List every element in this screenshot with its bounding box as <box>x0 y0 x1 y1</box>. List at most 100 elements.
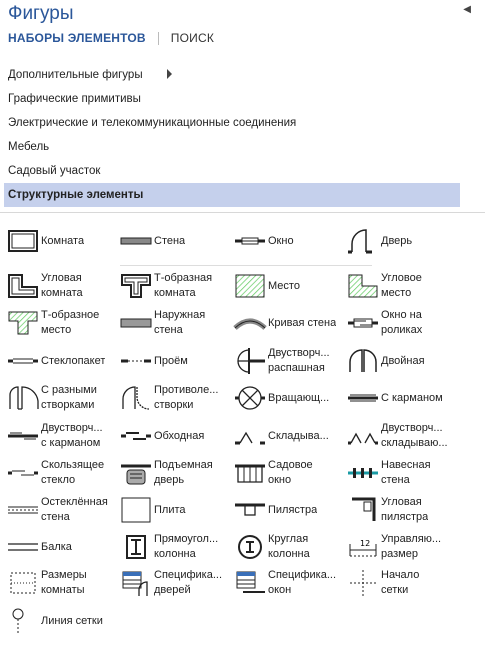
shape-wall[interactable]: Стена <box>119 223 231 259</box>
shape-l-room[interactable]: Угловая комната <box>6 268 118 304</box>
shape-t-space[interactable]: Т-образное место <box>6 305 118 341</box>
stencil-set-furniture[interactable]: Мебель <box>0 135 485 159</box>
shape-label: Садовое окно <box>268 459 313 486</box>
stencil-set-basic-shapes[interactable]: Графические примитивы <box>0 87 485 111</box>
shape-label: Скользящее стекло <box>41 459 105 486</box>
shape-controller-dimension[interactable]: 12 Управляю... размер <box>346 529 458 565</box>
shape-opposing-door[interactable]: Противоле... створки <box>119 380 231 416</box>
l-space-icon <box>346 272 380 300</box>
overhead-door-icon <box>119 459 153 487</box>
shape-window[interactable]: Окно <box>233 223 345 259</box>
shape-bay-window[interactable]: Садовое окно <box>233 455 345 491</box>
shape-label: Проём <box>154 354 188 367</box>
shape-label: Управляю... размер <box>381 533 442 560</box>
shape-bifold-door[interactable]: Складыва... <box>233 418 345 454</box>
double-hung-door-icon <box>233 347 267 375</box>
room-dimension-icon <box>6 569 40 597</box>
shape-t-room[interactable]: Т-образная комната <box>119 268 231 304</box>
wall-icon <box>119 227 153 255</box>
tab-search[interactable]: ПОИСК <box>171 31 214 45</box>
shape-label: Стена <box>154 234 186 247</box>
shapes-pane: Фигуры ◀ НАБОРЫ ЭЛЕМЕНТОВ ПОИСК Дополните… <box>0 0 485 658</box>
double-door-icon <box>346 347 380 375</box>
window-schedule-icon <box>233 569 267 597</box>
shape-pilaster[interactable]: Пилястра <box>233 492 345 528</box>
shape-label: Комната <box>41 234 85 247</box>
window-icon <box>233 227 267 255</box>
shape-double-pocket[interactable]: Двустворч... с карманом <box>6 418 118 454</box>
round-column-icon <box>233 533 267 561</box>
shape-slab[interactable]: Плита <box>119 492 231 528</box>
shape-room-dimension[interactable]: Размеры комнаты <box>6 565 118 601</box>
double-bifold-icon <box>346 422 380 450</box>
pane-title: Фигуры <box>8 3 74 24</box>
shape-l-space[interactable]: Угловое место <box>346 268 458 304</box>
shape-label: Двустворч... распашная <box>268 347 330 374</box>
shape-glazing[interactable]: Стеклопакет <box>6 343 118 379</box>
shape-glass-wall[interactable]: Остеклённая стена <box>6 492 118 528</box>
controller-dimension-icon: 12 <box>346 533 380 561</box>
t-space-icon <box>6 309 40 337</box>
double-pocket-icon <box>6 422 40 450</box>
opening-icon <box>119 347 153 375</box>
shape-space[interactable]: Место <box>233 268 345 304</box>
shape-door-schedule[interactable]: Специфика... дверей <box>119 565 231 601</box>
shape-uneven-door[interactable]: С разными створками <box>6 380 118 416</box>
corner-pilaster-icon <box>346 496 380 524</box>
shape-bypass-door[interactable]: Обходная <box>119 418 231 454</box>
shape-door[interactable]: Дверь <box>346 223 458 259</box>
shape-double-door[interactable]: Двойная <box>346 343 458 379</box>
triangle-left-icon[interactable]: ◀ <box>463 4 471 15</box>
shape-curved-wall[interactable]: Кривая стена <box>233 305 345 341</box>
shape-double-bifold[interactable]: Двустворч... складываю... <box>346 418 458 454</box>
shape-round-column[interactable]: Круглая колонна <box>233 529 345 565</box>
shape-sliding-glass[interactable]: Скользящее стекло <box>6 455 118 491</box>
shape-label: Прямоугол... колонна <box>154 533 219 560</box>
revolving-door-icon <box>233 384 267 412</box>
pane-tabs: НАБОРЫ ЭЛЕМЕНТОВ ПОИСК <box>8 31 214 46</box>
stencil-set-label: Дополнительные фигуры <box>8 69 143 81</box>
shape-label: Складыва... <box>268 429 329 442</box>
stencil-set-structural[interactable]: Структурные элементы <box>4 183 460 207</box>
shape-window-schedule[interactable]: Специфика... окон <box>233 565 345 601</box>
shape-label: Окно на роликах <box>381 309 423 336</box>
shape-label: Остеклённая стена <box>41 496 108 523</box>
shape-label: Линия сетки <box>41 614 103 627</box>
grid-line-icon <box>6 607 40 635</box>
stencil-set-label: Электрические и телекоммуникационные сое… <box>8 117 297 129</box>
stencil-set-more-shapes[interactable]: Дополнительные фигуры <box>0 63 485 87</box>
bay-window-icon <box>233 459 267 487</box>
room-icon <box>6 227 40 255</box>
curtain-wall-icon <box>346 459 380 487</box>
shape-sliding-window[interactable]: Окно на роликах <box>346 305 458 341</box>
shape-room[interactable]: Комната <box>6 223 118 259</box>
shape-label: С карманом <box>381 391 443 404</box>
shape-label: Т-образное место <box>41 309 100 336</box>
rect-column-icon <box>119 533 153 561</box>
shape-label: Угловое место <box>381 272 422 299</box>
bypass-door-icon <box>119 422 153 450</box>
shape-double-hung-door[interactable]: Двустворч... распашная <box>233 343 345 379</box>
shape-overhead-door[interactable]: Подъемная дверь <box>119 455 231 491</box>
shape-external-wall[interactable]: Наружная стена <box>119 305 231 341</box>
shape-beam[interactable]: Балка <box>6 529 118 565</box>
shape-revolving-door[interactable]: Вращающ... <box>233 380 345 416</box>
tab-stencil-sets[interactable]: НАБОРЫ ЭЛЕМЕНТОВ <box>8 31 146 45</box>
shape-grid-line[interactable]: Линия сетки <box>6 603 118 639</box>
shape-label: Специфика... дверей <box>154 569 222 596</box>
shape-rect-column[interactable]: Прямоугол... колонна <box>119 529 231 565</box>
shape-pocket-door[interactable]: С карманом <box>346 380 458 416</box>
pocket-door-icon <box>346 384 380 412</box>
grid-origin-icon <box>346 569 380 597</box>
shape-label: Двойная <box>381 354 425 367</box>
shape-curtain-wall[interactable]: Навесная стена <box>346 455 458 491</box>
stencil-set-electrical[interactable]: Электрические и телекоммуникационные сое… <box>0 111 485 135</box>
stencil-set-label: Структурные элементы <box>8 189 144 201</box>
shape-opening[interactable]: Проём <box>119 343 231 379</box>
shape-grid-origin[interactable]: Начало сетки <box>346 565 458 601</box>
shape-label: С разными створками <box>41 384 97 411</box>
stencil-set-label: Графические примитивы <box>8 93 141 105</box>
stencil-set-garden[interactable]: Садовый участок <box>0 159 485 183</box>
shape-corner-pilaster[interactable]: Угловая пилястра <box>346 492 458 528</box>
slab-icon <box>119 496 153 524</box>
